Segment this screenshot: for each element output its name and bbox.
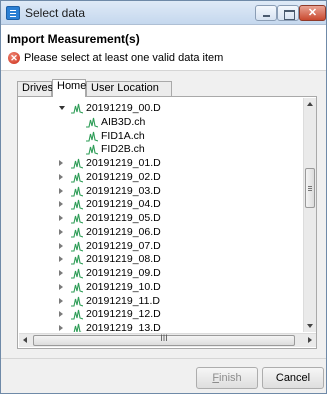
minimize-button[interactable]	[255, 5, 277, 21]
vertical-scrollbar[interactable]	[303, 98, 316, 332]
signal-icon	[71, 241, 83, 252]
tree-item[interactable]: 20191219_13.D	[19, 321, 303, 332]
signal-icon	[71, 103, 83, 114]
scroll-down-icon[interactable]	[307, 324, 313, 328]
tree-item[interactable]: 20191219_06.D	[19, 225, 303, 239]
tree-item-label: AIB3D.ch	[101, 115, 146, 128]
horizontal-scroll-thumb[interactable]: III	[33, 333, 295, 346]
signal-icon	[71, 200, 83, 210]
tree-item-label: 20191219_12.D	[86, 308, 161, 321]
tree-item-label: FID1A.ch	[101, 129, 145, 142]
error-icon: ✕	[8, 52, 20, 64]
scroll-right-icon[interactable]	[308, 337, 312, 343]
tree-item-label: FID2B.ch	[101, 143, 145, 156]
tree-item-label: 20191219_08.D	[86, 253, 161, 266]
tree-item[interactable]: AIB3D.ch	[19, 115, 303, 129]
tree-item[interactable]: 20191219_05.D	[19, 211, 303, 225]
select-data-dialog: Select data ✕ Import Measurement(s) ✕ Pl…	[0, 0, 327, 394]
error-message: Please select at least one valid data it…	[24, 52, 224, 64]
finish-label: inish	[219, 372, 242, 384]
tree-item[interactable]: FID2B.ch	[19, 142, 303, 156]
collapsed-arrow-icon[interactable]	[59, 256, 63, 263]
finish-button[interactable]: Finish	[196, 367, 258, 389]
signal-icon	[71, 268, 83, 279]
signal-icon	[71, 213, 83, 224]
tree-item[interactable]: 20191219_00.D	[19, 101, 303, 115]
tab-user-location[interactable]: User Location	[86, 81, 172, 96]
vertical-scroll-thumb[interactable]	[305, 168, 315, 208]
tree-item-label: 20191219_02.D	[86, 170, 161, 183]
tree-item-label: 20191219_05.D	[86, 212, 161, 224]
collapsed-arrow-icon[interactable]	[59, 325, 63, 331]
horizontal-scrollbar[interactable]: III	[19, 333, 316, 347]
tree-item[interactable]: 20191219_04.D	[19, 197, 303, 211]
tree-item[interactable]: 20191219_11.D	[19, 294, 303, 308]
signal-icon	[71, 227, 83, 238]
collapsed-arrow-icon[interactable]	[59, 270, 63, 276]
tree-item-label: 20191219_07.D	[86, 239, 161, 252]
footer-divider	[1, 358, 326, 359]
tree-item[interactable]: 20191219_10.D	[19, 280, 303, 294]
tree-item-label: 20191219_04.D	[86, 198, 161, 211]
tree-item-label: 20191219_03.D	[86, 184, 161, 197]
tree-item[interactable]: 20191219_09.D	[19, 266, 303, 280]
tree-item-label: 20191219_09.D	[86, 267, 161, 279]
tree-item[interactable]: 20191219_07.D	[19, 239, 303, 253]
tab-content-panel: 20191219_00.D AIB3D.ch FID1A.ch FID2B.ch 201…	[17, 96, 317, 349]
dialog-header: Import Measurement(s) ✕ Please select at…	[1, 25, 326, 71]
signal-icon	[73, 323, 82, 332]
collapsed-arrow-icon[interactable]	[59, 173, 63, 180]
tree-item[interactable]: 20191219_02.D	[19, 170, 303, 184]
collapsed-arrow-icon[interactable]	[59, 160, 63, 166]
signal-icon	[71, 158, 83, 169]
collapsed-arrow-icon[interactable]	[59, 215, 63, 221]
close-button[interactable]: ✕	[299, 5, 326, 21]
signal-icon	[71, 282, 83, 293]
cancel-button[interactable]: Cancel	[262, 367, 324, 389]
window-title: Select data	[25, 6, 86, 20]
title-bar[interactable]: Select data ✕	[1, 1, 326, 25]
collapsed-arrow-icon[interactable]	[59, 201, 63, 208]
tree-item[interactable]: FID1A.ch	[19, 129, 303, 143]
collapsed-arrow-icon[interactable]	[59, 283, 63, 290]
signal-icon	[71, 186, 83, 197]
tab-drives[interactable]: Drives	[17, 81, 53, 96]
tree-item[interactable]: 20191219_12.D	[19, 307, 303, 321]
scroll-up-icon[interactable]	[307, 102, 313, 106]
tree-item-label: 20191219_06.D	[86, 225, 161, 238]
collapsed-arrow-icon[interactable]	[59, 242, 63, 249]
tree-item-label: 20191219_10.D	[86, 280, 161, 293]
signal-icon	[71, 255, 83, 265]
tree-item[interactable]: 20191219_01.D	[19, 156, 303, 170]
signal-icon	[71, 296, 83, 307]
tree-item-label: 20191219_00.D	[86, 102, 161, 114]
tree-item-label: 20191219_11.D	[86, 294, 160, 307]
maximize-button[interactable]	[277, 5, 299, 21]
page-title: Import Measurement(s)	[7, 32, 140, 46]
tree-item[interactable]: 20191219_08.D	[19, 252, 303, 266]
scroll-left-icon[interactable]	[23, 337, 27, 343]
app-icon	[6, 6, 20, 20]
signal-icon	[86, 117, 98, 128]
signal-icon	[71, 310, 83, 320]
signal-icon	[86, 145, 98, 155]
tree-item[interactable]: 20191219_03.D	[19, 184, 303, 198]
collapsed-arrow-icon[interactable]	[59, 311, 63, 318]
signal-icon	[86, 131, 98, 142]
collapsed-arrow-icon[interactable]	[59, 297, 63, 304]
close-icon: ✕	[307, 7, 318, 19]
file-tree[interactable]: 20191219_00.D AIB3D.ch FID1A.ch FID2B.ch 201…	[19, 98, 303, 332]
tree-item-label: 20191219_01.D	[86, 157, 161, 169]
tab-home[interactable]: Home	[52, 79, 86, 97]
scroll-grip: III	[160, 333, 168, 343]
collapsed-arrow-icon[interactable]	[59, 187, 63, 194]
tree-item-label: 20191219_13.D	[86, 322, 161, 332]
signal-icon	[71, 172, 83, 183]
collapsed-arrow-icon[interactable]	[59, 228, 63, 235]
expanded-arrow-icon[interactable]	[59, 106, 65, 110]
